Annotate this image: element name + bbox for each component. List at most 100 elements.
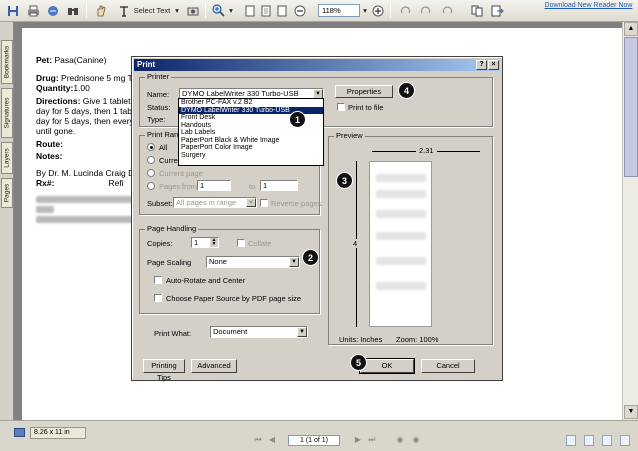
directions-line-3: day for 5 days, then every c <box>36 116 141 126</box>
vertical-scrollbar[interactable]: ▲ ▼ <box>622 22 638 420</box>
fit-width-icon[interactable] <box>276 3 288 18</box>
ok-button[interactable]: OK <box>359 358 415 374</box>
chevron-down-icon: ▼ <box>297 327 307 337</box>
download-reader-link[interactable]: Download New Reader Now <box>541 2 636 10</box>
print-what-select[interactable]: Document ▼ <box>210 326 308 338</box>
to-page-input[interactable]: 1 <box>260 180 298 191</box>
zoom-in-icon[interactable] <box>211 3 225 18</box>
preview-width-label: 2.31 <box>416 146 437 155</box>
navigation-pane: Bookmarks Signatures Layers Pages <box>0 22 14 420</box>
to-label: to <box>249 182 256 191</box>
prev-page-icon[interactable]: ◀ <box>266 434 278 446</box>
save-icon[interactable] <box>6 3 20 18</box>
properties-button[interactable]: Properties <box>335 85 393 98</box>
rotate-icon[interactable] <box>440 3 454 18</box>
all-pages-radio[interactable] <box>147 143 155 151</box>
preview-content <box>376 190 426 198</box>
print-preview-page <box>369 161 432 327</box>
continuous-icon[interactable] <box>584 435 594 446</box>
printer-dropdown-list[interactable]: Brother PC-FAX v.2 B2 DYMO LabelWriter 3… <box>178 98 324 166</box>
select-text-icon[interactable] <box>117 3 131 18</box>
zoom-input[interactable]: 118% <box>318 4 360 17</box>
notes-label: Notes: <box>36 151 63 161</box>
subset-select[interactable]: All pages in range ▼ <box>173 197 257 208</box>
chevron-down-icon[interactable]: ▾ <box>173 3 181 18</box>
choose-paper-checkbox[interactable] <box>154 294 162 302</box>
reverse-pages-label: Reverse pages <box>271 199 322 208</box>
current-view-radio[interactable] <box>147 156 155 164</box>
preview-content <box>376 282 426 290</box>
chevron-down-icon[interactable]: ▾ <box>227 3 235 18</box>
dialog-title: Print <box>134 59 500 71</box>
printer-option[interactable]: PaperPort Color Image <box>179 144 323 152</box>
first-page-icon[interactable]: ⏮ <box>252 434 264 446</box>
print-to-file-label: Print to file <box>348 103 384 112</box>
pages-label: Pages <box>159 182 181 191</box>
printer-option[interactable]: PaperPort Black & White Image <box>179 137 323 145</box>
print-to-file-checkbox[interactable] <box>337 103 345 111</box>
auto-rotate-checkbox[interactable] <box>154 276 162 284</box>
page-number-input[interactable]: 1 (1 of 1) <box>288 435 340 446</box>
printing-tips-button[interactable]: Printing Tips <box>143 359 185 382</box>
cancel-button[interactable]: Cancel <box>421 359 475 373</box>
print-icon[interactable] <box>26 3 40 18</box>
last-page-icon[interactable]: ⏭ <box>366 434 378 446</box>
page-scaling-select[interactable]: None ▼ <box>206 256 300 268</box>
chevron-down-icon[interactable]: ▾ <box>361 3 369 18</box>
tab-bookmarks[interactable]: Bookmarks <box>1 40 13 84</box>
next-page-icon[interactable]: ▶ <box>352 434 364 446</box>
collate-checkbox[interactable] <box>237 239 245 247</box>
redacted-text <box>36 196 134 203</box>
scroll-thumb[interactable] <box>624 37 638 177</box>
preview-height-label: 4 <box>353 239 358 248</box>
email-icon[interactable] <box>46 3 60 18</box>
tab-layers[interactable]: Layers <box>1 142 13 174</box>
directions-line: Directions: Give 1 tablet t <box>36 96 136 106</box>
pet-line: Pet: Pasa(Canine) <box>36 55 107 65</box>
fit-page-icon[interactable] <box>260 3 272 18</box>
from-page-input[interactable]: 1 <box>197 180 231 191</box>
rotate-right-icon[interactable] <box>418 3 432 18</box>
name-label: Name: <box>147 90 170 99</box>
advanced-button[interactable]: Advanced <box>191 359 237 373</box>
previous-view-icon[interactable]: ◉ <box>394 434 406 446</box>
tab-signatures[interactable]: Signatures <box>1 88 13 138</box>
find-icon[interactable] <box>66 3 80 18</box>
printer-option[interactable]: Lab Labels <box>179 129 323 137</box>
callout-4: 4 <box>398 82 415 99</box>
pages-panel-icon[interactable] <box>470 3 484 18</box>
how-to-icon[interactable] <box>490 3 504 18</box>
help-button[interactable]: ? <box>476 60 487 70</box>
current-page-radio[interactable] <box>147 169 155 177</box>
select-text-label[interactable]: Select Text <box>132 3 172 18</box>
printer-option[interactable]: Brother PC-FAX v.2 B2 <box>179 99 323 107</box>
printer-option[interactable]: Surgery <box>179 152 323 160</box>
hand-tool-icon[interactable] <box>94 3 108 18</box>
quantity-line: Quantity:1.00 <box>36 83 90 93</box>
next-view-icon[interactable]: ◉ <box>410 434 422 446</box>
spinner-icon[interactable]: ▲ ▼ <box>210 238 218 247</box>
type-label: Type: <box>147 115 166 124</box>
pages-radio[interactable] <box>147 182 155 190</box>
all-label: All <box>159 143 168 152</box>
auto-rotate-label: Auto-Rotate and Center <box>166 276 246 285</box>
units-label: Units: Inches <box>339 335 383 344</box>
facing-icon[interactable] <box>602 435 612 446</box>
rotate-left-icon[interactable] <box>398 3 412 18</box>
scroll-down-icon[interactable]: ▼ <box>624 405 638 419</box>
tab-pages[interactable]: Pages <box>1 178 13 208</box>
scroll-up-icon[interactable]: ▲ <box>624 22 638 36</box>
close-button[interactable]: × <box>488 60 499 70</box>
zoom-plus-icon[interactable] <box>372 3 384 18</box>
continuous-facing-icon[interactable] <box>620 435 630 446</box>
snapshot-icon[interactable] <box>186 3 200 18</box>
print-what-label: Print What: <box>154 329 192 338</box>
actual-size-icon[interactable] <box>244 3 256 18</box>
zoom-out-icon[interactable] <box>294 3 306 18</box>
callout-5: 5 <box>350 354 367 371</box>
reverse-pages-checkbox[interactable] <box>260 199 268 207</box>
zoom-label: Zoom: 100% <box>396 335 439 344</box>
callout-3: 3 <box>336 172 353 189</box>
copies-input[interactable]: 1 ▲ ▼ <box>191 237 219 248</box>
single-page-icon[interactable] <box>566 435 576 446</box>
